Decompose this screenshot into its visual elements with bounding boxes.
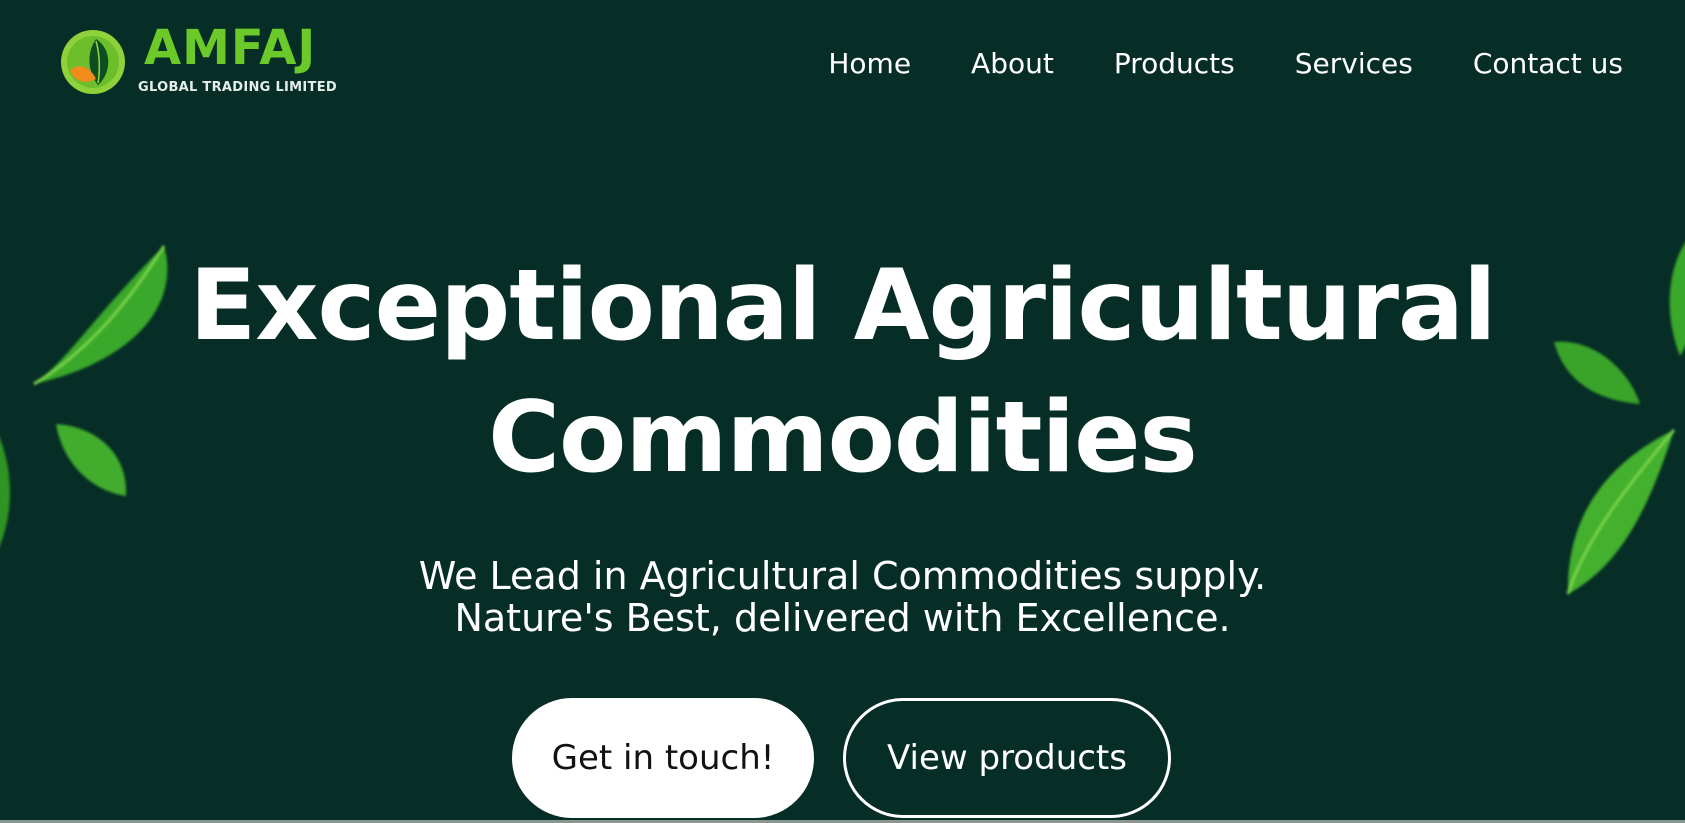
nav-services[interactable]: Services	[1295, 44, 1413, 84]
hero-subtitle: We Lead in Agricultural Commodities supp…	[0, 555, 1685, 639]
nav-contact-us[interactable]: Contact us	[1473, 44, 1623, 84]
view-products-button[interactable]: View products	[843, 698, 1171, 818]
logo-leaf-icon	[61, 30, 125, 94]
nav-products[interactable]: Products	[1114, 44, 1235, 84]
page: AMFAJ GLOBAL TRADING LIMITED Home About …	[0, 0, 1685, 823]
logo[interactable]: AMFAJ GLOBAL TRADING LIMITED	[60, 20, 350, 98]
hero-title-line1: Exceptional Agricultural	[189, 249, 1496, 363]
hero-subtitle-line2: Nature's Best, delivered with Excellence…	[454, 596, 1231, 640]
hero-title-line2: Commodities	[488, 381, 1198, 495]
get-in-touch-button[interactable]: Get in touch!	[512, 698, 814, 818]
hero-subtitle-line1: We Lead in Agricultural Commodities supp…	[418, 554, 1267, 598]
logo-wordmark: AMFAJ	[144, 20, 317, 76]
hero-title: Exceptional Agricultural Commodities	[0, 240, 1685, 504]
main-nav: Home About Products Services Contact us	[768, 44, 1623, 84]
logo-tagline: GLOBAL TRADING LIMITED	[138, 80, 337, 95]
nav-home[interactable]: Home	[828, 44, 911, 84]
nav-about[interactable]: About	[971, 44, 1054, 84]
